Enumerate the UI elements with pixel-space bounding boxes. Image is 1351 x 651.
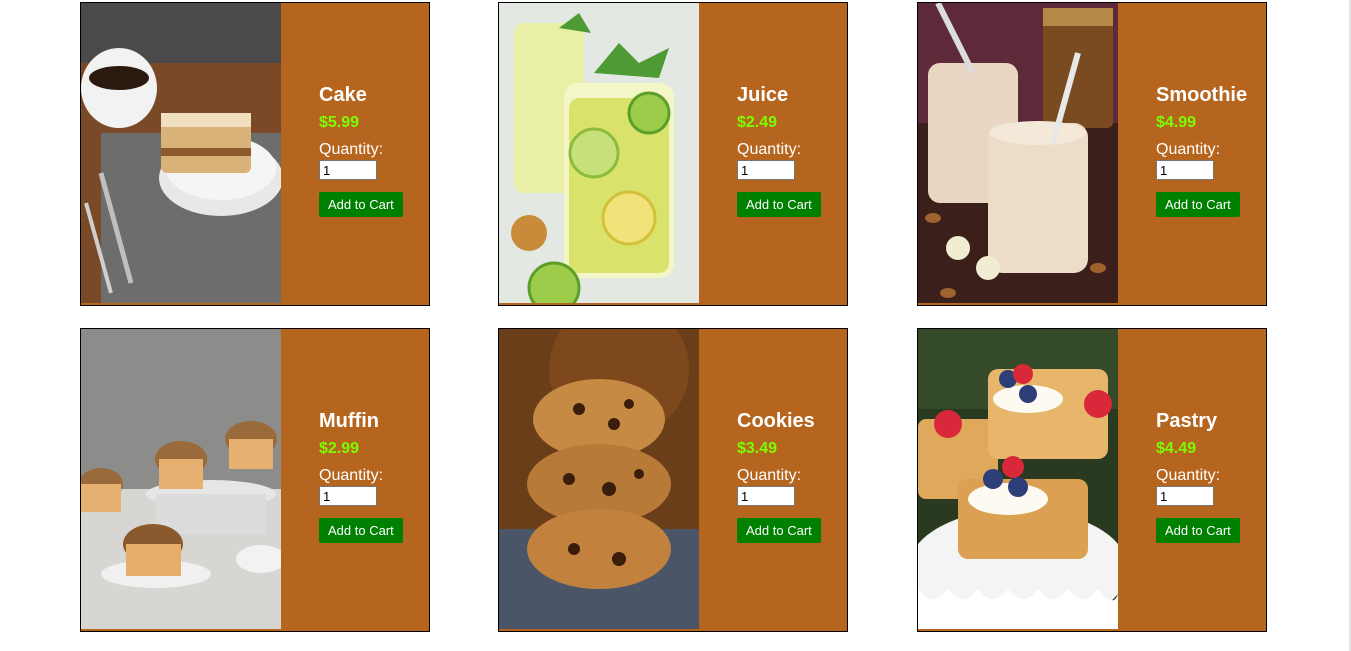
smoothie-info: Smoothie $4.99 Quantity: Add to Cart <box>1156 83 1266 217</box>
add-to-cart-button[interactable]: Add to Cart <box>319 192 403 217</box>
add-to-cart-button[interactable]: Add to Cart <box>319 518 403 543</box>
add-to-cart-button[interactable]: Add to Cart <box>1156 518 1240 543</box>
product-card-cookies: Cookies $3.49 Quantity: Add to Cart <box>498 328 848 632</box>
muffin-info: Muffin $2.99 Quantity: Add to Cart <box>319 409 429 543</box>
quantity-input[interactable] <box>1156 160 1214 180</box>
cake-info: Cake $5.99 Quantity: Add to Cart <box>319 83 429 217</box>
product-price: $2.99 <box>319 440 360 457</box>
product-price: $4.99 <box>1156 114 1197 131</box>
quantity-label: Quantity: <box>1156 141 1221 158</box>
quantity-input[interactable] <box>737 486 795 506</box>
smoothie-image <box>918 3 1118 303</box>
add-to-cart-button[interactable]: Add to Cart <box>737 518 821 543</box>
product-name: Muffin <box>319 410 379 432</box>
product-card-pastry: Pastry $4.49 Quantity: Add to Cart <box>917 328 1267 632</box>
add-to-cart-button[interactable]: Add to Cart <box>1156 192 1240 217</box>
product-name: Cookies <box>737 410 815 432</box>
quantity-label: Quantity: <box>737 467 802 484</box>
product-price: $3.49 <box>737 440 778 457</box>
product-name: Pastry <box>1156 410 1218 432</box>
add-to-cart-button[interactable]: Add to Cart <box>737 192 821 217</box>
product-price: $4.49 <box>1156 440 1197 457</box>
product-name: Juice <box>737 84 789 106</box>
cookies-info: Cookies $3.49 Quantity: Add to Cart <box>737 409 847 543</box>
quantity-input[interactable] <box>319 160 377 180</box>
pastry-image <box>918 329 1118 629</box>
cookies-image <box>499 329 699 629</box>
product-name: Smoothie <box>1156 84 1248 106</box>
juice-info: Juice $2.49 Quantity: Add to Cart <box>737 83 847 217</box>
quantity-label: Quantity: <box>319 141 384 158</box>
product-card-juice: Juice $2.49 Quantity: Add to Cart <box>498 2 848 306</box>
quantity-label: Quantity: <box>1156 467 1221 484</box>
product-card-cake: Cake $5.99 Quantity: Add to Cart <box>80 2 430 306</box>
product-price: $5.99 <box>319 114 360 131</box>
quantity-input[interactable] <box>319 486 377 506</box>
pastry-info: Pastry $4.49 Quantity: Add to Cart <box>1156 409 1266 543</box>
cake-image <box>81 3 281 303</box>
juice-image <box>499 3 699 303</box>
quantity-label: Quantity: <box>737 141 802 158</box>
product-grid: Cake $5.99 Quantity: Add to Cart <box>80 2 1270 634</box>
product-name: Cake <box>319 84 367 106</box>
product-price: $2.49 <box>737 114 778 131</box>
muffin-image <box>81 329 281 629</box>
product-card-muffin: Muffin $2.99 Quantity: Add to Cart <box>80 328 430 632</box>
quantity-label: Quantity: <box>319 467 384 484</box>
product-card-smoothie: Smoothie $4.99 Quantity: Add to Cart <box>917 2 1267 306</box>
quantity-input[interactable] <box>1156 486 1214 506</box>
quantity-input[interactable] <box>737 160 795 180</box>
